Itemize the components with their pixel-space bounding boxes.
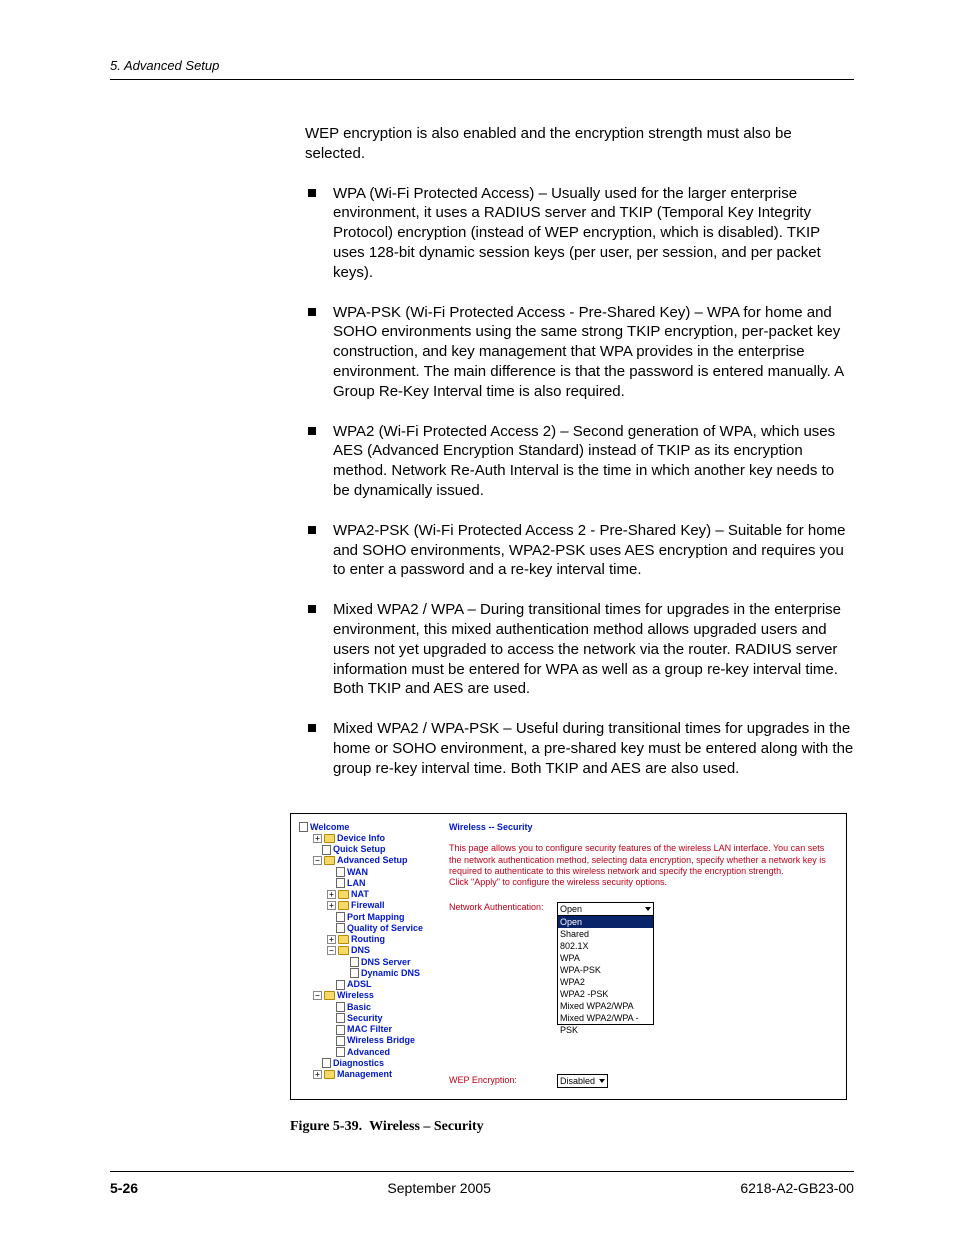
- tree-device-info[interactable]: +Device Info: [299, 833, 423, 844]
- folder-icon: [324, 856, 335, 865]
- screenshot-figure: Welcome +Device Info Quick Setup –Advanc…: [290, 813, 847, 1100]
- wep-encryption-row: WEP Encryption: Disabled: [449, 1074, 608, 1088]
- figure-caption: Figure 5-39. Wireless – Security: [290, 1118, 854, 1136]
- select-option[interactable]: 802.1X: [558, 940, 653, 952]
- select-option[interactable]: Shared: [558, 928, 653, 940]
- chevron-down-icon: [599, 1079, 605, 1083]
- select-option[interactable]: WPA: [558, 952, 653, 964]
- select-value[interactable]: Open: [558, 903, 653, 915]
- doc-icon: [336, 1025, 345, 1035]
- expand-icon[interactable]: +: [313, 834, 322, 843]
- doc-icon: [336, 980, 345, 990]
- folder-icon: [338, 946, 349, 955]
- page-number: 5-26: [110, 1180, 138, 1196]
- doc-icon: [350, 957, 359, 967]
- main-panel: Wireless -- Security This page allows yo…: [449, 822, 838, 1026]
- doc-icon: [336, 912, 345, 922]
- tree-routing[interactable]: +Routing: [299, 934, 423, 945]
- collapse-icon[interactable]: –: [313, 856, 322, 865]
- folder-icon: [338, 935, 349, 944]
- doc-icon: [336, 1036, 345, 1046]
- tree-lan[interactable]: LAN: [299, 878, 423, 889]
- body-content: WEP encryption is also enabled and the e…: [110, 124, 854, 1136]
- figure-wrap: Welcome +Device Info Quick Setup –Advanc…: [290, 813, 854, 1136]
- network-auth-label: Network Authentication:: [449, 902, 557, 914]
- wep-select[interactable]: Disabled: [557, 1074, 608, 1088]
- select-option[interactable]: WPA2 -PSK: [558, 988, 653, 1000]
- bullet-item: Mixed WPA2 / WPA-PSK – Useful during tra…: [305, 719, 854, 778]
- tree-wireless[interactable]: –Wireless: [299, 990, 423, 1001]
- header-rule: [110, 79, 854, 80]
- tree-management[interactable]: +Management: [299, 1069, 423, 1080]
- intro-paragraph: WEP encryption is also enabled and the e…: [305, 124, 854, 164]
- doc-icon: [336, 1002, 345, 1012]
- select-option[interactable]: Open: [558, 916, 653, 928]
- tree-basic[interactable]: Basic: [299, 1002, 423, 1013]
- doc-icon: [336, 878, 345, 888]
- panel-title: Wireless -- Security: [449, 822, 838, 834]
- tree-qos[interactable]: Quality of Service: [299, 923, 423, 934]
- select-option[interactable]: WPA2: [558, 976, 653, 988]
- wep-label: WEP Encryption:: [449, 1075, 557, 1087]
- bullet-list: WPA (Wi-Fi Protected Access) – Usually u…: [305, 184, 854, 779]
- folder-icon: [338, 890, 349, 899]
- collapse-icon[interactable]: –: [313, 991, 322, 1000]
- tree-welcome[interactable]: Welcome: [299, 822, 423, 833]
- page-footer: 5-26 September 2005 6218-A2-GB23-00: [110, 1171, 854, 1196]
- doc-icon: [322, 1058, 331, 1068]
- tree-port-mapping[interactable]: Port Mapping: [299, 912, 423, 923]
- collapse-icon[interactable]: –: [327, 946, 336, 955]
- network-auth-row: Network Authentication: Open Open Shared…: [449, 902, 838, 1025]
- bullet-item: Mixed WPA2 / WPA – During transitional t…: [305, 600, 854, 699]
- footer-date: September 2005: [387, 1180, 491, 1196]
- select-dropdown-list: Open Shared 802.1X WPA WPA-PSK WPA2 WPA2…: [558, 915, 653, 1024]
- tree-wireless-bridge[interactable]: Wireless Bridge: [299, 1035, 423, 1046]
- expand-icon[interactable]: +: [327, 935, 336, 944]
- tree-dynamic-dns[interactable]: Dynamic DNS: [299, 968, 423, 979]
- tree-diagnostics[interactable]: Diagnostics: [299, 1058, 423, 1069]
- doc-icon: [336, 867, 345, 877]
- expand-icon[interactable]: +: [327, 901, 336, 910]
- doc-icon: [350, 968, 359, 978]
- tree-dns[interactable]: –DNS: [299, 945, 423, 956]
- footer-docid: 6218-A2-GB23-00: [740, 1180, 854, 1196]
- folder-icon: [324, 834, 335, 843]
- tree-wan[interactable]: WAN: [299, 867, 423, 878]
- doc-icon: [336, 1013, 345, 1023]
- bullet-item: WPA2 (Wi-Fi Protected Access 2) – Second…: [305, 422, 854, 501]
- tree-advanced[interactable]: Advanced: [299, 1047, 423, 1058]
- page-header-section: 5. Advanced Setup: [110, 58, 854, 73]
- tree-quick-setup[interactable]: Quick Setup: [299, 844, 423, 855]
- folder-icon: [324, 991, 335, 1000]
- select-option[interactable]: WPA-PSK: [558, 964, 653, 976]
- chevron-down-icon: [645, 907, 651, 911]
- expand-icon[interactable]: +: [327, 890, 336, 899]
- folder-icon: [338, 901, 349, 910]
- doc-icon: [336, 923, 345, 933]
- tree-adsl[interactable]: ADSL: [299, 979, 423, 990]
- panel-description: This page allows you to configure securi…: [449, 843, 838, 888]
- network-auth-select[interactable]: Open Open Shared 802.1X WPA WPA-PSK WPA2: [557, 902, 654, 1025]
- bullet-item: WPA2-PSK (Wi-Fi Protected Access 2 - Pre…: [305, 521, 854, 580]
- folder-icon: [324, 1070, 335, 1079]
- doc-icon: [299, 822, 308, 832]
- tree-advanced-setup[interactable]: –Advanced Setup: [299, 855, 423, 866]
- tree-nat[interactable]: +NAT: [299, 889, 423, 900]
- expand-icon[interactable]: +: [313, 1070, 322, 1079]
- doc-icon: [336, 1047, 345, 1057]
- bullet-item: WPA-PSK (Wi-Fi Protected Access - Pre-Sh…: [305, 303, 854, 402]
- tree-dns-server[interactable]: DNS Server: [299, 957, 423, 968]
- nav-tree: Welcome +Device Info Quick Setup –Advanc…: [299, 822, 423, 1081]
- tree-mac-filter[interactable]: MAC Filter: [299, 1024, 423, 1035]
- select-option[interactable]: Mixed WPA2/WPA: [558, 1000, 653, 1012]
- footer-rule: [110, 1171, 854, 1172]
- tree-firewall[interactable]: +Firewall: [299, 900, 423, 911]
- bullet-item: WPA (Wi-Fi Protected Access) – Usually u…: [305, 184, 854, 283]
- tree-security[interactable]: Security: [299, 1013, 423, 1024]
- select-option[interactable]: Mixed WPA2/WPA -PSK: [558, 1012, 653, 1024]
- doc-icon: [322, 845, 331, 855]
